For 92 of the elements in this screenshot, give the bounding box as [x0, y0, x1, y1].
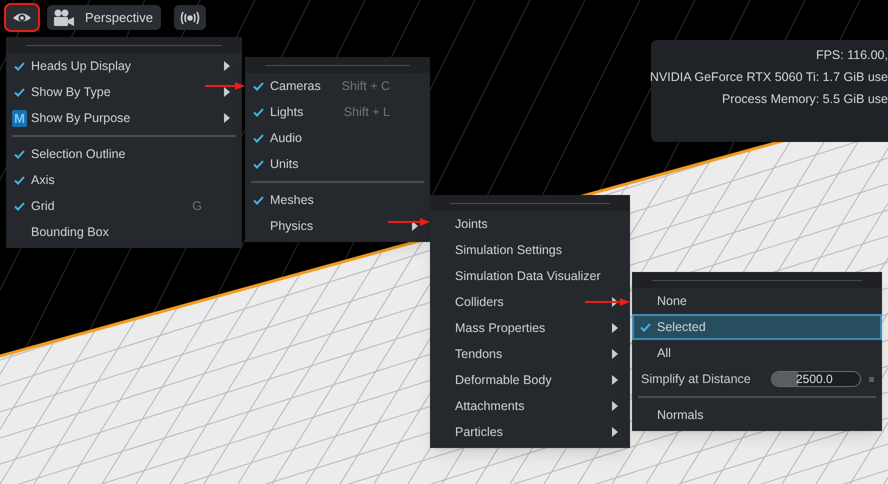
shortcut-label: Shift + C: [342, 78, 390, 95]
menu-item-label: Colliders: [455, 294, 504, 311]
menu-item[interactable]: Bounding Box: [6, 219, 242, 245]
menu-item-label: Selected: [657, 318, 706, 336]
menu-item-label: Mass Properties: [455, 320, 546, 337]
submenu-caret-icon: [612, 323, 618, 333]
menu-item-label: Tendons: [455, 346, 502, 363]
menu-item[interactable]: Tendons: [430, 341, 630, 367]
movie-camera-icon: [53, 8, 75, 26]
shortcut-label: G: [192, 198, 202, 215]
menu-item[interactable]: Simulation Data Visualizer: [430, 263, 630, 289]
menu-item-label: Lights: [270, 104, 304, 121]
annotation-arrow: [205, 82, 245, 90]
menu-item[interactable]: Colliders: [430, 289, 630, 315]
distance-slider[interactable]: 2500.0: [771, 371, 861, 387]
submenu-caret-icon: [612, 401, 618, 411]
shortcut-label: Shift + L: [344, 104, 390, 121]
menu-item-label: Show By Purpose: [31, 110, 130, 127]
menu-item-label: Audio: [270, 130, 302, 147]
submenu-caret-icon: [224, 61, 230, 71]
stats-line: Process Memory: 5.5 GiB use: [722, 91, 888, 108]
menu-item[interactable]: Lights Shift + L: [245, 99, 430, 125]
submenu-caret-icon: [612, 427, 618, 437]
submenu-caret-icon: [612, 349, 618, 359]
menu-item-label: Physics: [270, 218, 314, 235]
menu-item-label: Simulation Settings: [455, 242, 562, 259]
menu-item-label: Units: [270, 156, 298, 173]
checkmark-icon: [14, 150, 25, 158]
menu-item-label: Joints: [455, 216, 488, 233]
menu-item[interactable]: Grid G: [6, 193, 242, 219]
menu-item[interactable]: M Show By Purpose: [6, 105, 242, 131]
submenu-caret-icon: [412, 221, 418, 231]
checkmark-icon: [253, 196, 264, 204]
menu-item[interactable]: Mass Properties: [430, 315, 630, 341]
menu-item-label: Particles: [455, 424, 503, 441]
menu-item[interactable]: Axis: [6, 167, 242, 193]
menu-item[interactable]: Normals: [632, 402, 882, 428]
menu-item[interactable]: Selection Outline: [6, 141, 242, 167]
checkmark-icon: [253, 82, 264, 90]
menu-item[interactable]: Deformable Body: [430, 367, 630, 393]
submenu-caret-icon: [224, 113, 230, 123]
menu-item[interactable]: Physics: [245, 213, 430, 239]
checkmark-icon: [253, 108, 264, 116]
menu-item[interactable]: None: [632, 288, 882, 314]
annotation-arrow: [388, 218, 430, 226]
stats-line: NVIDIA GeForce RTX 5060 Ti: 1.7 GiB use: [650, 69, 888, 86]
slider-label: Simplify at Distance: [641, 370, 751, 388]
checkmark-icon: [14, 176, 25, 184]
checkmark-icon: [14, 62, 25, 70]
menu-item-label: Heads Up Display: [31, 58, 132, 75]
submenu-caret-icon: [612, 297, 618, 307]
menu-item[interactable]: Joints: [430, 211, 630, 237]
menu-item-label: Axis: [31, 172, 55, 189]
menu-item[interactable]: Meshes: [245, 187, 430, 213]
menu-item[interactable]: Attachments: [430, 393, 630, 419]
menu-item[interactable]: Heads Up Display: [6, 53, 242, 79]
menu-item-label: Bounding Box: [31, 224, 109, 241]
checkmark-icon: [253, 160, 264, 168]
logo-badge: M: [12, 110, 27, 126]
menu-item[interactable]: Simulation Settings: [430, 237, 630, 263]
toolbar-button[interactable]: [174, 5, 206, 30]
menu-item[interactable]: Particles: [430, 419, 630, 445]
menu-item-label: None: [657, 292, 687, 310]
submenu-caret-icon: [612, 375, 618, 385]
annotation-arrow: [585, 298, 630, 306]
stats-line: FPS: 116.00,: [816, 47, 888, 64]
menu-item[interactable]: Cameras Shift + C: [245, 73, 430, 99]
menu-item-label: Deformable Body: [455, 372, 552, 389]
checkmark-icon: [14, 88, 25, 96]
checkmark-icon: [640, 322, 651, 332]
menu-item[interactable]: All: [632, 340, 882, 366]
broadcast-icon: [180, 10, 200, 24]
toolbar-button[interactable]: [6, 5, 38, 30]
menu-item-label: Selection Outline: [31, 146, 126, 163]
toolbar-button[interactable]: Perspective: [47, 5, 161, 30]
menu-item[interactable]: Selected: [632, 314, 882, 340]
menu-item[interactable]: Units: [245, 151, 430, 177]
menu-item-label: Attachments: [455, 398, 524, 415]
menu-item-label: Meshes: [270, 192, 314, 209]
menu-item-label: Cameras: [270, 78, 321, 95]
menu-item[interactable]: Audio: [245, 125, 430, 151]
menu-item-label: All: [657, 344, 671, 362]
menu-item-label: Show By Type: [31, 84, 111, 101]
checkmark-icon: [14, 202, 25, 210]
checkmark-icon: [253, 134, 264, 142]
slider-value: 2500.0: [796, 372, 833, 386]
submenu-caret-icon: [224, 87, 230, 97]
eye-icon: [12, 10, 32, 24]
menu-item-label: Grid: [31, 198, 55, 215]
menu-item[interactable]: Show By Type: [6, 79, 242, 105]
menu-item-label: Normals: [657, 406, 704, 424]
menu-item-label: Simulation Data Visualizer: [455, 268, 601, 285]
